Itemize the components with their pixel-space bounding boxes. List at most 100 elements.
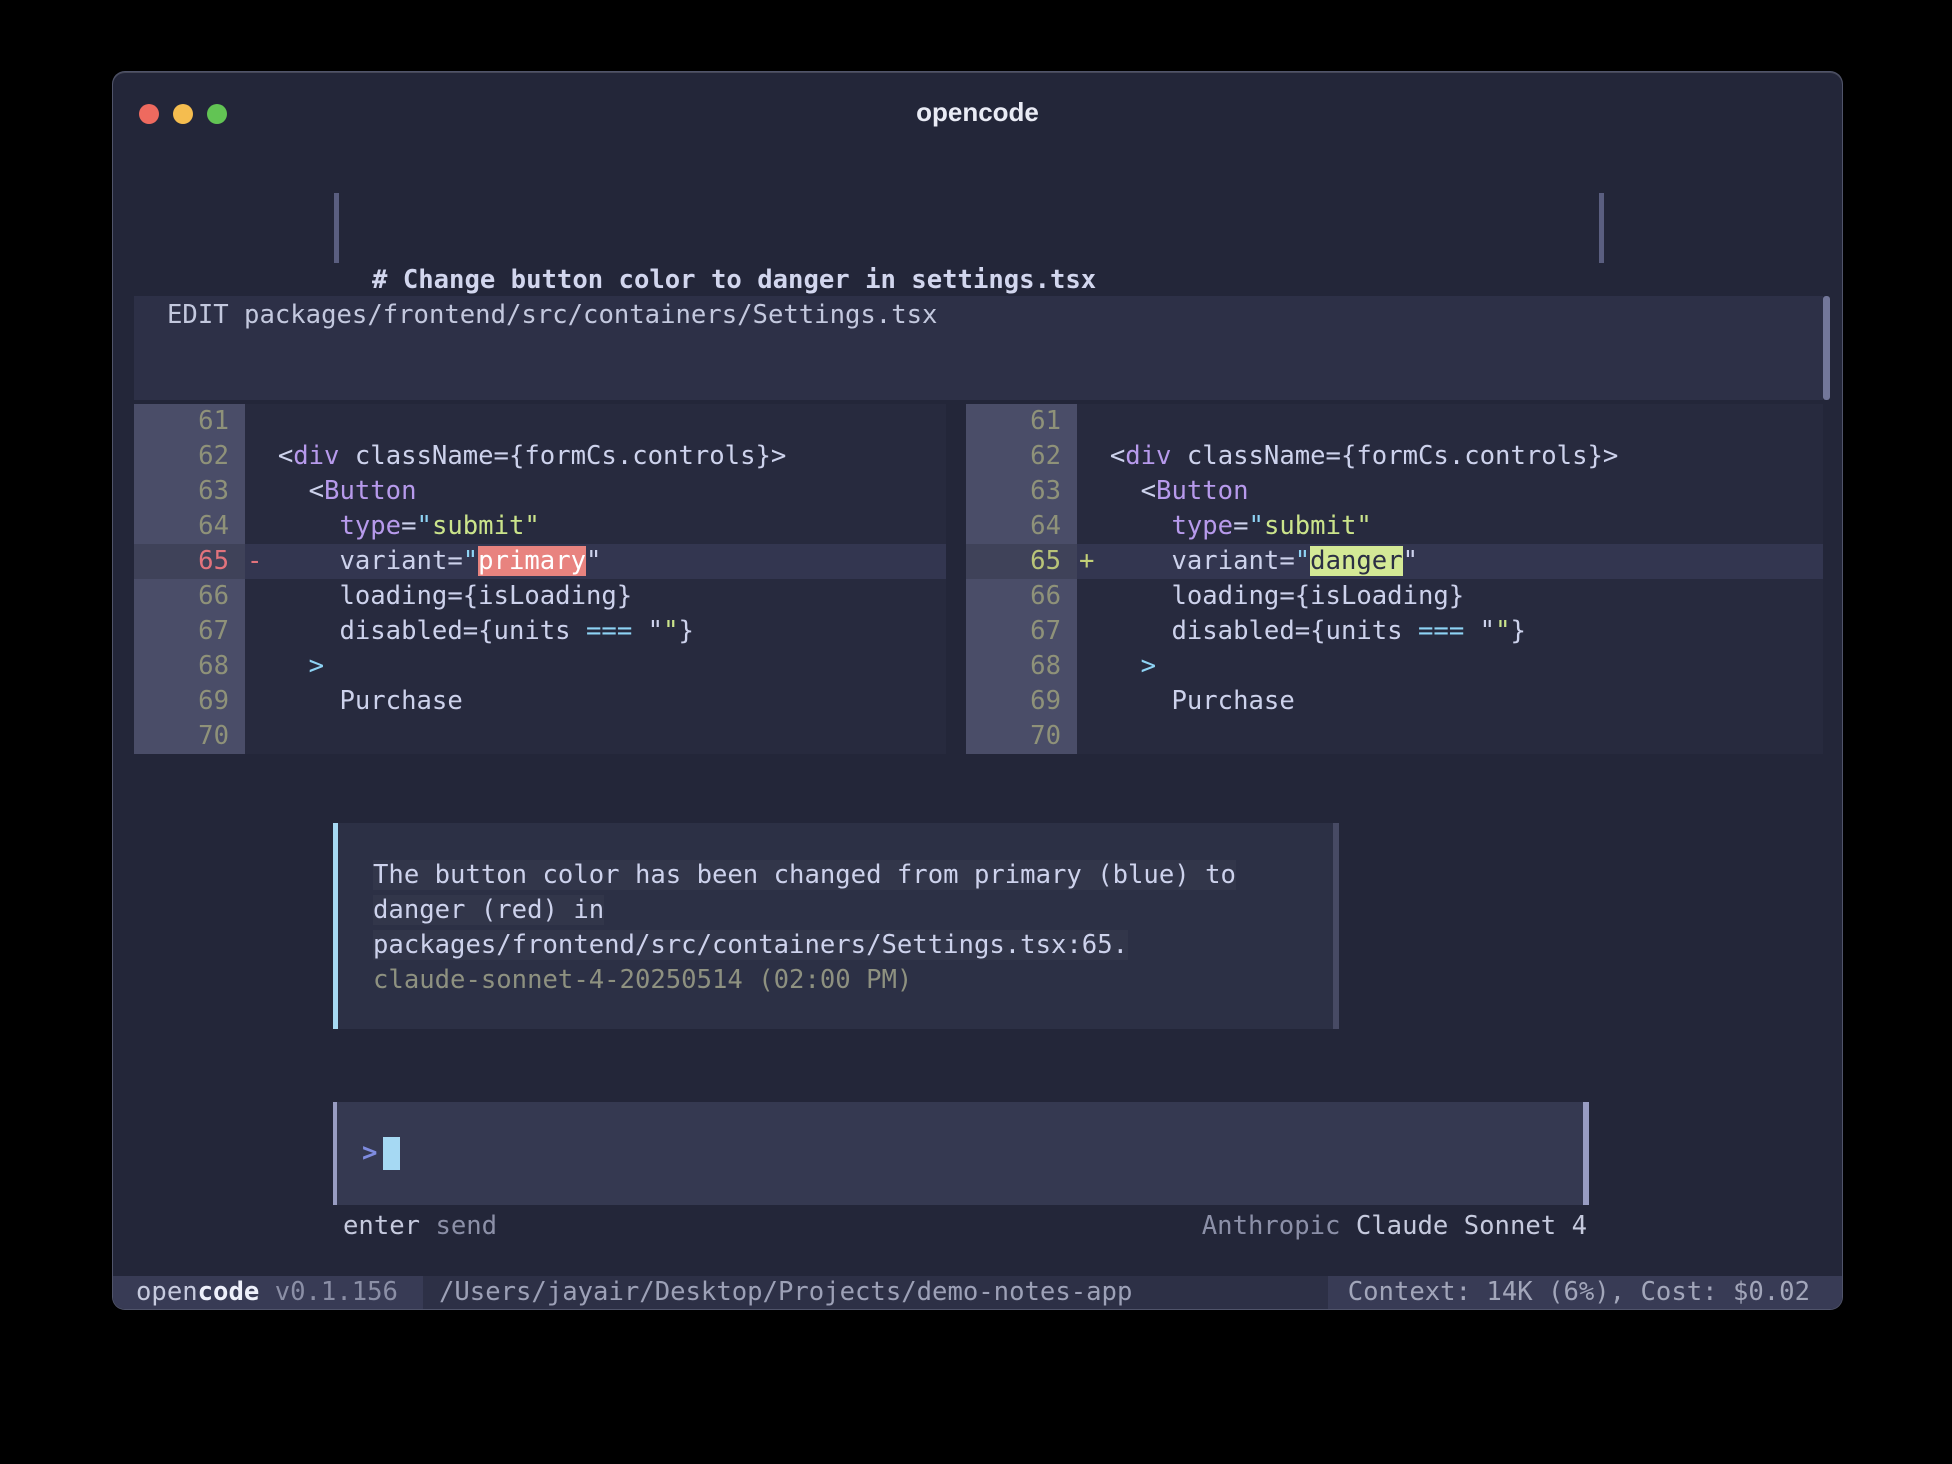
prompt-symbol: > xyxy=(362,1136,377,1171)
diff-row: 68 > xyxy=(134,649,946,684)
diff-row: 62 <div className={formCs.controls}> xyxy=(134,439,946,474)
message-line: claude-sonnet-4-20250514 (02:00 PM) xyxy=(373,963,1339,998)
send-hint-label: send xyxy=(435,1211,497,1241)
diff-row: 63 <Button xyxy=(966,474,1823,509)
input-right-border xyxy=(1583,1102,1589,1205)
diff-row: 68 > xyxy=(966,649,1823,684)
app-name-bold: code xyxy=(198,1277,260,1307)
opencode-window: opencode # Change button color to danger… xyxy=(112,71,1843,1310)
code-line: <div className={formCs.controls}> xyxy=(245,439,946,474)
text-cursor xyxy=(383,1137,400,1170)
code-line: Purchase xyxy=(1077,684,1823,719)
code-line: loading={isLoading} xyxy=(245,579,946,614)
line-number: 66 xyxy=(966,579,1077,614)
code-line xyxy=(245,719,946,754)
code-line: > xyxy=(1077,649,1823,684)
message-accent-bar xyxy=(333,823,338,1029)
line-number: 61 xyxy=(134,404,245,439)
code-line xyxy=(1077,404,1823,439)
diff-pane-left: 6162 <div className={formCs.controls}>63… xyxy=(134,404,946,754)
session-title: # Change button color to danger in setti… xyxy=(372,263,1096,298)
header-right-border xyxy=(1599,193,1604,263)
diff-row: 62 <div className={formCs.controls}> xyxy=(966,439,1823,474)
line-number: 65 xyxy=(134,544,245,579)
line-number: 61 xyxy=(966,404,1077,439)
code-line: - variant="primary" xyxy=(245,544,946,579)
line-number: 67 xyxy=(134,614,245,649)
message-line: packages/frontend/src/containers/Setting… xyxy=(373,928,1339,963)
diff-row: 69 Purchase xyxy=(134,684,946,719)
message-body: The button color has been changed from p… xyxy=(373,858,1339,998)
line-number: 65 xyxy=(966,544,1077,579)
diff-row: 67 disabled={units === ""} xyxy=(966,614,1823,649)
code-line: type="submit" xyxy=(1077,509,1823,544)
code-line: Purchase xyxy=(245,684,946,719)
code-line: type="submit" xyxy=(245,509,946,544)
diff-row: 70 xyxy=(134,719,946,754)
app-name-regular: open xyxy=(136,1277,198,1307)
line-number: 63 xyxy=(966,474,1077,509)
app-version: v0.1.156 xyxy=(275,1277,398,1307)
diff-row: 65- variant="primary" xyxy=(134,544,946,579)
diff-row: 64 type="submit" xyxy=(134,509,946,544)
line-number: 64 xyxy=(134,509,245,544)
line-number: 70 xyxy=(966,719,1077,754)
diff-row: 65+ variant="danger" xyxy=(966,544,1823,579)
code-line: <Button xyxy=(245,474,946,509)
line-number: 64 xyxy=(966,509,1077,544)
window-titlebar[interactable]: opencode xyxy=(113,72,1842,134)
code-line: loading={isLoading} xyxy=(1077,579,1823,614)
code-line: <Button xyxy=(1077,474,1823,509)
app-version-badge: opencode v0.1.156 xyxy=(113,1276,423,1309)
diff-pane-right: 6162 <div className={formCs.controls}>63… xyxy=(966,404,1823,754)
send-hint: enter send xyxy=(343,1209,497,1244)
code-line xyxy=(245,404,946,439)
line-number: 68 xyxy=(134,649,245,684)
line-number: 69 xyxy=(966,684,1077,719)
line-number: 63 xyxy=(134,474,245,509)
diff-row: 63 <Button xyxy=(134,474,946,509)
input-left-border xyxy=(333,1102,337,1205)
message-right-border xyxy=(1333,823,1339,1029)
context-cost-indicator: Context: 14K (6%), Cost: $0.02 xyxy=(1328,1276,1842,1309)
code-line: disabled={units === ""} xyxy=(245,614,946,649)
provider-name: Anthropic xyxy=(1202,1211,1341,1241)
model-name: Claude Sonnet 4 xyxy=(1356,1211,1587,1241)
code-line: + variant="danger" xyxy=(1077,544,1823,579)
code-line xyxy=(1077,719,1823,754)
edit-tool-panel: EDIT packages/frontend/src/containers/Set… xyxy=(134,296,1823,400)
header-left-border xyxy=(334,193,339,263)
assistant-message: The button color has been changed from p… xyxy=(333,823,1339,1029)
window-title: opencode xyxy=(113,96,1842,128)
line-number: 69 xyxy=(134,684,245,719)
edit-file-path: packages/frontend/src/containers/Setting… xyxy=(244,300,937,330)
diff-row: 69 Purchase xyxy=(966,684,1823,719)
status-bar: opencode v0.1.156 /Users/jayair/Desktop/P… xyxy=(113,1276,1842,1309)
diff-row: 67 disabled={units === ""} xyxy=(134,614,946,649)
diff-view: 6162 <div className={formCs.controls}>63… xyxy=(134,404,1823,754)
diff-row: 70 xyxy=(966,719,1823,754)
diff-row: 61 xyxy=(966,404,1823,439)
send-hint-key: enter xyxy=(343,1211,420,1241)
diff-row: 66 loading={isLoading} xyxy=(966,579,1823,614)
diff-row: 64 type="submit" xyxy=(966,509,1823,544)
working-directory: /Users/jayair/Desktop/Projects/demo-note… xyxy=(423,1276,1328,1309)
code-line: <div className={formCs.controls}> xyxy=(1077,439,1823,474)
code-line: > xyxy=(245,649,946,684)
scrollbar-thumb[interactable] xyxy=(1823,296,1830,400)
diff-row: 66 loading={isLoading} xyxy=(134,579,946,614)
diff-row: 61 xyxy=(134,404,946,439)
input-hints-row: enter send Anthropic Claude Sonnet 4 xyxy=(333,1209,1589,1244)
line-number: 70 xyxy=(134,719,245,754)
line-number: 62 xyxy=(134,439,245,474)
line-number: 66 xyxy=(134,579,245,614)
line-number: 62 xyxy=(966,439,1077,474)
line-number: 67 xyxy=(966,614,1077,649)
edit-action-label: EDIT xyxy=(167,300,229,330)
message-line: The button color has been changed from p… xyxy=(373,858,1339,893)
prompt-input[interactable]: > xyxy=(333,1102,1589,1205)
line-number: 68 xyxy=(966,649,1077,684)
code-line: disabled={units === ""} xyxy=(1077,614,1823,649)
message-line: danger (red) in xyxy=(373,893,1339,928)
model-indicator: Anthropic Claude Sonnet 4 xyxy=(1202,1209,1587,1244)
